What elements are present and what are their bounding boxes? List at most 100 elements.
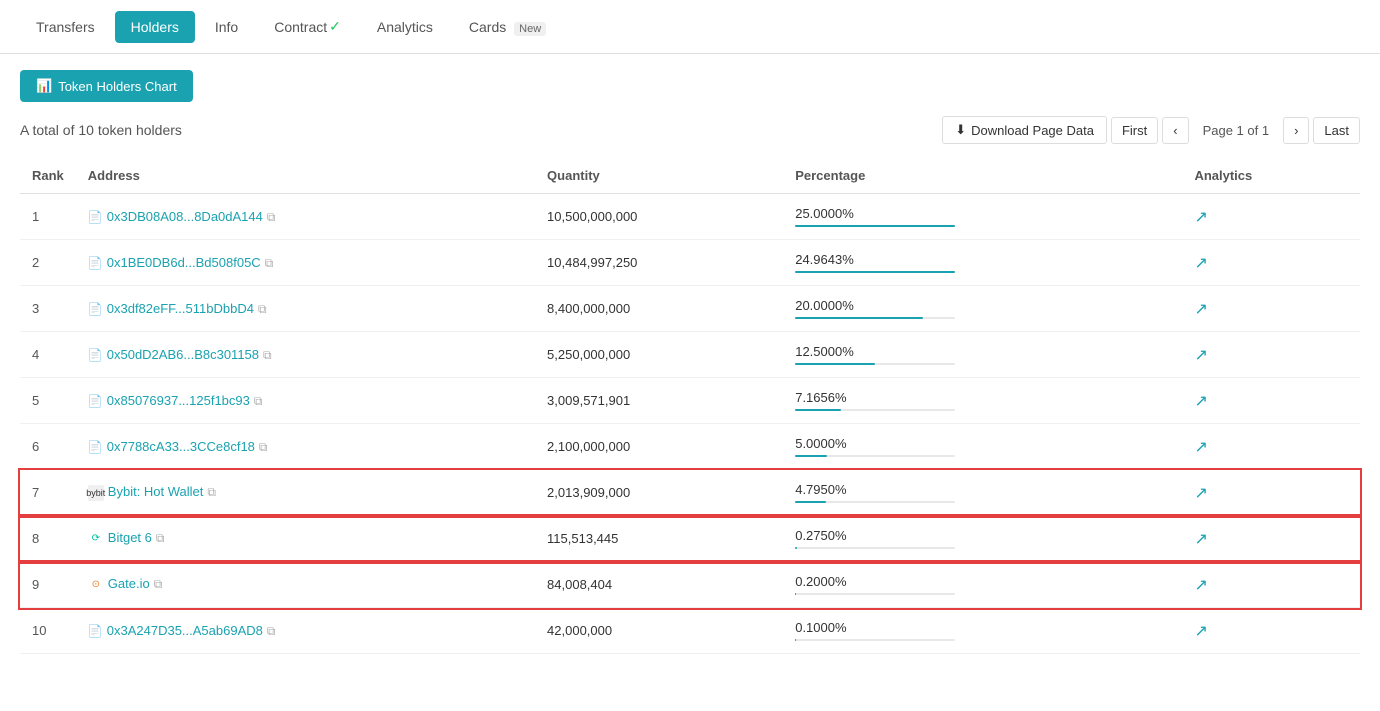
percentage-value: 0.2000% [795, 574, 1170, 589]
percentage-cell: 24.9643% [783, 240, 1182, 286]
analytics-chart-icon[interactable]: ↗ [1194, 623, 1207, 640]
analytics-cell: ↗ [1182, 194, 1360, 240]
copy-icon[interactable]: ⧉ [258, 302, 267, 316]
percentage-value: 5.0000% [795, 436, 1170, 451]
analytics-cell: ↗ [1182, 286, 1360, 332]
percentage-bar [795, 271, 955, 273]
tab-info[interactable]: Info [199, 11, 254, 43]
copy-icon[interactable]: ⧉ [263, 348, 272, 362]
rank-cell: 2 [20, 240, 76, 286]
analytics-cell: ↗ [1182, 470, 1360, 516]
analytics-cell: ↗ [1182, 516, 1360, 562]
check-icon: ✓ [329, 18, 341, 35]
page-info: Page 1 of 1 [1193, 118, 1280, 143]
percentage-bar-container [795, 501, 955, 503]
analytics-chart-icon[interactable]: ↗ [1194, 577, 1207, 594]
first-button[interactable]: First [1111, 117, 1158, 144]
next-button[interactable]: › [1283, 117, 1309, 144]
main-content: 📊 Token Holders Chart A total of 10 toke… [0, 54, 1380, 670]
col-address: Address [76, 158, 535, 194]
percentage-bar-container [795, 363, 955, 365]
address-cell: 📄0x85076937...125f1bc93⧉ [76, 378, 535, 424]
tab-cards[interactable]: Cards New [453, 11, 562, 43]
address-link[interactable]: 0x50dD2AB6...B8c301158 [107, 347, 259, 362]
address-link[interactable]: 0x7788cA33...3CCe8cf18 [107, 439, 255, 454]
percentage-bar-container [795, 271, 955, 273]
quantity-cell: 2,100,000,000 [535, 424, 783, 470]
copy-icon[interactable]: ⧉ [259, 440, 268, 454]
table-row: 10📄0x3A247D35...A5ab69AD8⧉42,000,0000.10… [20, 608, 1360, 654]
percentage-cell: 20.0000% [783, 286, 1182, 332]
table-row: 3📄0x3df82eFF...511bDbbD4⧉8,400,000,00020… [20, 286, 1360, 332]
doc-icon: 📄 [88, 256, 103, 270]
rank-cell: 8 [20, 516, 76, 562]
analytics-chart-icon[interactable]: ↗ [1194, 393, 1207, 410]
percentage-bar [795, 409, 841, 411]
address-link[interactable]: Gate.io [108, 576, 150, 591]
analytics-chart-icon[interactable]: ↗ [1194, 439, 1207, 456]
bybit-icon: bybit [88, 485, 104, 501]
percentage-cell: 25.0000% [783, 194, 1182, 240]
quantity-cell: 115,513,445 [535, 516, 783, 562]
percentage-bar-container [795, 593, 955, 595]
address-cell: 📄 0x1BE0DB6d...Bd508f05C ⧉ [76, 240, 535, 286]
prev-button[interactable]: ‹ [1162, 117, 1188, 144]
gate-icon: ⊙ [88, 577, 104, 593]
percentage-cell: 0.2000% [783, 562, 1182, 608]
copy-icon[interactable]: ⧉ [254, 394, 263, 408]
address-link[interactable]: Bybit: Hot Wallet [108, 484, 204, 499]
copy-icon[interactable]: ⧉ [207, 485, 216, 499]
rank-cell: 1 [20, 194, 76, 240]
address-link[interactable]: Bitget 6 [108, 530, 152, 545]
percentage-cell: 4.7950% [783, 470, 1182, 516]
copy-icon[interactable]: ⧉ [267, 624, 276, 638]
quantity-cell: 84,008,404 [535, 562, 783, 608]
quantity-cell: 8,400,000,000 [535, 286, 783, 332]
address-link[interactable]: 0x3df82eFF...511bDbbD4 [107, 301, 254, 316]
tab-contract[interactable]: Contract ✓ [258, 10, 357, 43]
col-analytics: Analytics [1182, 158, 1360, 194]
token-holders-chart-button[interactable]: 📊 Token Holders Chart [20, 70, 193, 102]
address-link[interactable]: 0x3DB08A08...8Da0dA144 [107, 209, 263, 224]
analytics-chart-icon[interactable]: ↗ [1194, 531, 1207, 548]
quantity-cell: 5,250,000,000 [535, 332, 783, 378]
copy-icon[interactable]: ⧉ [267, 210, 276, 224]
address-cell: bybit Bybit: Hot Wallet⧉ [76, 470, 535, 516]
analytics-chart-icon[interactable]: ↗ [1194, 209, 1207, 226]
copy-icon[interactable]: ⧉ [265, 256, 274, 270]
download-icon: ⬇ [955, 122, 966, 138]
last-button[interactable]: Last [1313, 117, 1360, 144]
chart-icon: 📊 [36, 78, 52, 94]
percentage-bar [795, 225, 955, 227]
analytics-chart-icon[interactable]: ↗ [1194, 347, 1207, 364]
quantity-cell: 2,013,909,000 [535, 470, 783, 516]
address-link[interactable]: 0x3A247D35...A5ab69AD8 [107, 623, 263, 638]
rank-cell: 4 [20, 332, 76, 378]
address-cell: 📄0x3df82eFF...511bDbbD4⧉ [76, 286, 535, 332]
tab-analytics[interactable]: Analytics [361, 11, 449, 43]
tab-transfers[interactable]: Transfers [20, 11, 111, 43]
doc-icon: 📄 [88, 210, 103, 224]
percentage-bar [795, 455, 827, 457]
analytics-chart-icon[interactable]: ↗ [1194, 301, 1207, 318]
address-link[interactable]: 0x1BE0DB6d...Bd508f05C [107, 255, 261, 270]
rank-cell: 10 [20, 608, 76, 654]
address-cell: 📄0x7788cA33...3CCe8cf18⧉ [76, 424, 535, 470]
percentage-value: 12.5000% [795, 344, 1170, 359]
analytics-chart-icon[interactable]: ↗ [1194, 485, 1207, 502]
download-button[interactable]: ⬇ Download Page Data [942, 116, 1107, 144]
percentage-bar-container [795, 225, 955, 227]
col-percentage: Percentage [783, 158, 1182, 194]
percentage-bar [795, 593, 796, 595]
doc-icon: 📄 [88, 624, 103, 638]
address-cell: 📄 0x3DB08A08...8Da0dA144 ⧉ [76, 194, 535, 240]
tab-holders[interactable]: Holders [115, 11, 195, 43]
table-row: 6📄0x7788cA33...3CCe8cf18⧉2,100,000,0005.… [20, 424, 1360, 470]
percentage-bar [795, 501, 826, 503]
address-link[interactable]: 0x85076937...125f1bc93 [107, 393, 250, 408]
col-rank: Rank [20, 158, 76, 194]
quantity-cell: 3,009,571,901 [535, 378, 783, 424]
copy-icon[interactable]: ⧉ [156, 531, 165, 545]
analytics-chart-icon[interactable]: ↗ [1194, 255, 1207, 272]
copy-icon[interactable]: ⧉ [154, 577, 163, 591]
